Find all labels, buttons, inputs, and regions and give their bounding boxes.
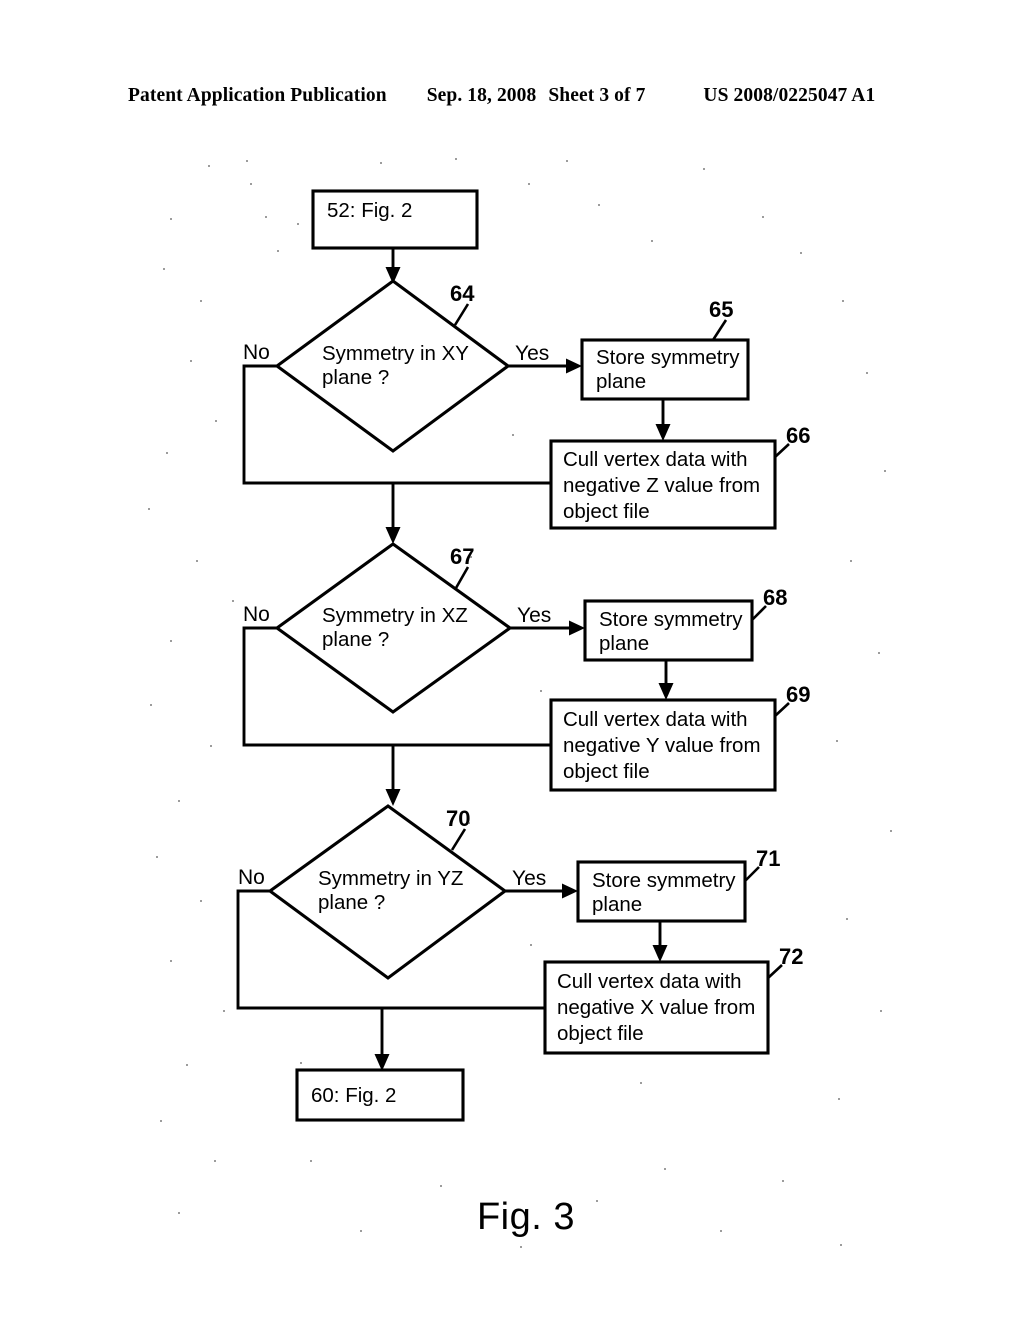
patent-page: Patent Application Publication Sep. 18, … bbox=[0, 0, 1024, 1320]
cull2-label-line2: negative Y value from bbox=[563, 734, 761, 757]
ref-number-70: 70 bbox=[446, 806, 470, 831]
ref-number-69: 69 bbox=[786, 682, 810, 707]
decision1-label-line2: plane ? bbox=[322, 366, 389, 389]
arrowhead-down-2 bbox=[655, 424, 671, 441]
cull3-label-line1: Cull vertex data with bbox=[557, 970, 742, 993]
node-store1-65: Store symmetry plane 65 bbox=[580, 297, 750, 401]
decision3-diamond bbox=[267, 804, 508, 980]
ref65-leader bbox=[711, 319, 728, 341]
flowchart-figure: 52: Fig. 2 Symmetry in XY plane ? 64 Yes bbox=[0, 140, 1024, 1250]
decision3-label-line2: plane ? bbox=[318, 891, 385, 914]
ref-number-66: 66 bbox=[786, 423, 810, 448]
cull1-label-line1: Cull vertex data with bbox=[563, 448, 748, 471]
end-box-label: 60: Fig. 2 bbox=[311, 1084, 396, 1107]
node-decision3-70: Symmetry in YZ plane ? 70 bbox=[267, 804, 508, 980]
arrowhead-right-3 bbox=[562, 883, 578, 899]
figure-caption: Fig. 3 bbox=[0, 1196, 1024, 1239]
store2-label-line2: plane bbox=[599, 632, 649, 655]
ref-number-65: 65 bbox=[709, 297, 733, 322]
arrowhead-right-1 bbox=[566, 358, 582, 374]
store1-label-line1: Store symmetry bbox=[596, 346, 740, 369]
connector-start-to-decision1 bbox=[385, 248, 401, 284]
branch-yes-2: Yes bbox=[510, 604, 585, 636]
node-cull3-72: Cull vertex data with negative X value f… bbox=[543, 944, 803, 1055]
connector-merge1-to-decision2 bbox=[385, 483, 401, 544]
ref-number-72: 72 bbox=[779, 944, 803, 969]
header-date: Sep. 18, 2008 bbox=[426, 85, 537, 106]
arrowhead-down-7 bbox=[374, 1054, 390, 1071]
ref70-leader bbox=[450, 828, 467, 851]
branch-yes-3: Yes bbox=[505, 867, 578, 899]
decision2-label-line1: Symmetry in XZ bbox=[322, 604, 468, 627]
header-sheet-number: Sheet 3 of 7 bbox=[548, 85, 646, 106]
connector-store1-to-cull1 bbox=[655, 399, 671, 441]
store3-label-line1: Store symmetry bbox=[592, 869, 736, 892]
decision2-label-line2: plane ? bbox=[322, 628, 389, 651]
node-start-52: 52: Fig. 2 bbox=[311, 189, 479, 250]
ref64-leader bbox=[453, 303, 470, 326]
branch-label-no-1: No bbox=[243, 341, 270, 364]
cull2-label-line1: Cull vertex data with bbox=[563, 708, 748, 731]
decision2-diamond bbox=[274, 542, 513, 714]
node-cull2-69: Cull vertex data with negative Y value f… bbox=[549, 682, 810, 792]
cull1-label-line2: negative Z value from bbox=[563, 474, 760, 497]
cull1-label-line3: object file bbox=[563, 500, 650, 523]
connector-store3-to-cull3 bbox=[652, 921, 668, 962]
connector-merge3-to-end bbox=[374, 1008, 390, 1071]
decision3-label-line1: Symmetry in YZ bbox=[318, 867, 463, 890]
decision1-diamond bbox=[274, 279, 511, 453]
cull2-label-line3: object file bbox=[563, 760, 650, 783]
branch-label-yes-1: Yes bbox=[515, 342, 549, 365]
ref67-leader bbox=[454, 566, 470, 589]
node-decision1-64: Symmetry in XY plane ? 64 bbox=[274, 279, 511, 453]
node-end-60: 60: Fig. 2 bbox=[295, 1068, 465, 1122]
arrowhead-down-6 bbox=[652, 945, 668, 962]
branch-label-yes-2: Yes bbox=[517, 604, 551, 627]
arrowhead-down-5 bbox=[385, 789, 401, 806]
branch-label-no-2: No bbox=[243, 603, 270, 626]
connector-merge2-to-decision3 bbox=[385, 745, 401, 806]
header-publication-number: US 2008/0225047 A1 bbox=[703, 85, 876, 106]
ref-number-64: 64 bbox=[450, 281, 475, 306]
ref-number-68: 68 bbox=[763, 585, 787, 610]
flowchart-svg: 52: Fig. 2 Symmetry in XY plane ? 64 Yes bbox=[236, 189, 810, 1122]
cull3-label-line2: negative X value from bbox=[557, 996, 755, 1019]
node-cull1-66: Cull vertex data with negative Z value f… bbox=[549, 423, 810, 530]
branch-yes-1: Yes bbox=[508, 342, 582, 374]
node-store2-68: Store symmetry plane 68 bbox=[583, 585, 787, 662]
cull3-label-line3: object file bbox=[557, 1022, 644, 1045]
arrowhead-down-4 bbox=[658, 683, 674, 700]
arrowhead-right-2 bbox=[569, 620, 585, 636]
decision1-label-line1: Symmetry in XY bbox=[322, 342, 469, 365]
node-decision2-67: Symmetry in XZ plane ? 67 bbox=[274, 542, 513, 714]
connector-store2-to-cull2 bbox=[658, 660, 674, 700]
publication-header: Patent Application Publication Sep. 18, … bbox=[128, 85, 896, 115]
figure-caption-text: Fig. 3 bbox=[476, 1196, 576, 1238]
store3-label-line2: plane bbox=[592, 893, 642, 916]
branch-label-no-3: No bbox=[238, 866, 265, 889]
store2-label-line1: Store symmetry bbox=[599, 608, 743, 631]
arrowhead-down-3 bbox=[385, 527, 401, 544]
store1-label-line2: plane bbox=[596, 370, 646, 393]
node-store3-71: Store symmetry plane 71 bbox=[576, 846, 780, 923]
ref-number-71: 71 bbox=[756, 846, 780, 871]
branch-label-yes-3: Yes bbox=[512, 867, 546, 890]
start-box-label: 52: Fig. 2 bbox=[327, 199, 412, 222]
header-publication-label: Patent Application Publication bbox=[128, 85, 387, 106]
